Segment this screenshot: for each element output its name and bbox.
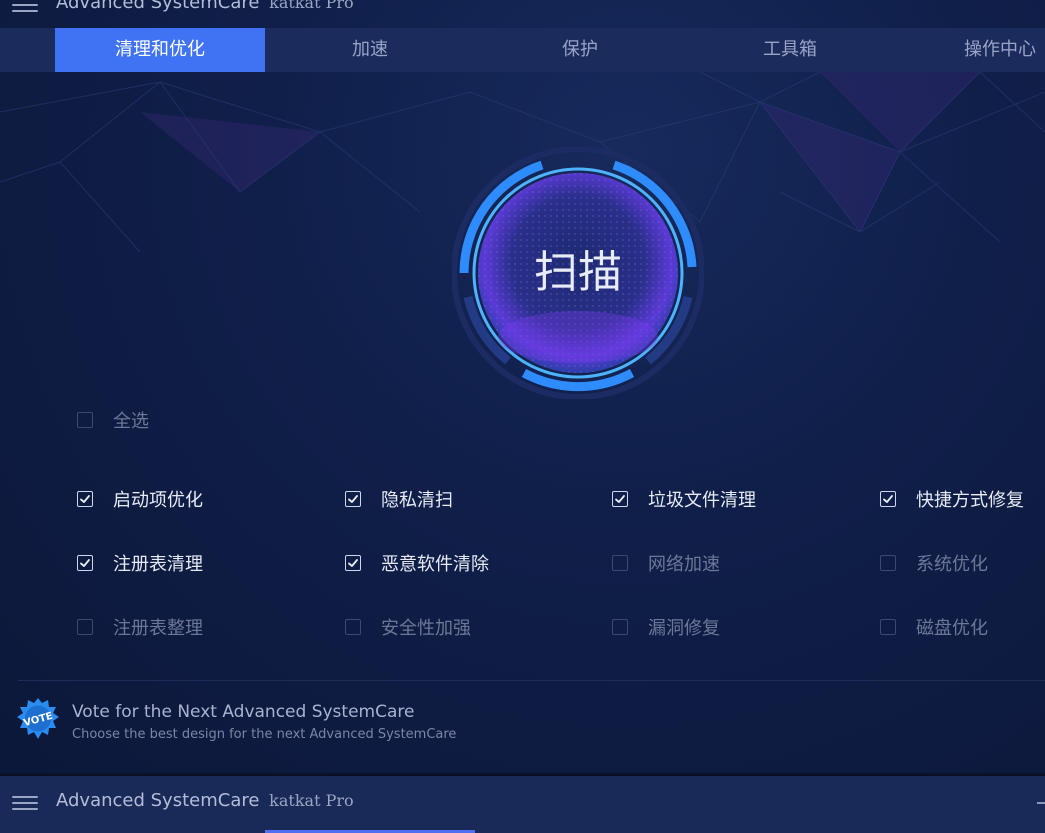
option-registry-clean[interactable]: 注册表清理: [77, 551, 203, 575]
option-system-optimize[interactable]: 系统优化: [880, 551, 988, 575]
option-label: 注册表整理: [113, 618, 203, 639]
checkbox-icon[interactable]: [612, 555, 628, 571]
option-label: 网络加速: [648, 554, 720, 575]
option-network-boost[interactable]: 网络加速: [612, 551, 720, 575]
checkmark-icon: [80, 559, 90, 567]
option-label: 恶意软件清除: [381, 554, 489, 575]
option-security-reinforce[interactable]: 安全性加强: [345, 615, 471, 639]
checkbox-icon[interactable]: [345, 619, 361, 635]
app-edition: katkat Pro: [269, 0, 354, 12]
second-window-titlebar: Advanced SystemCare katkat Pro: [0, 774, 1045, 833]
option-label: 安全性加强: [381, 618, 471, 639]
tab-clean-optimize[interactable]: 清理和优化: [55, 28, 265, 72]
option-label: 漏洞修复: [648, 618, 720, 639]
option-shortcut-fix[interactable]: 快捷方式修复: [880, 487, 1024, 511]
main-window: Advanced SystemCare katkat Pro 清理和优化 加速 …: [0, 0, 1045, 772]
app-name: Advanced SystemCare: [56, 790, 260, 811]
checkbox-icon[interactable]: [77, 491, 93, 507]
select-all-label: 全选: [113, 411, 149, 432]
option-label: 垃圾文件清理: [648, 490, 756, 511]
checkbox-icon[interactable]: [880, 619, 896, 635]
option-label: 隐私清扫: [381, 490, 453, 511]
vote-title[interactable]: Vote for the Next Advanced SystemCare: [72, 702, 414, 722]
option-junk-file-clean[interactable]: 垃圾文件清理: [612, 487, 756, 511]
select-all-checkbox[interactable]: 全选: [77, 408, 149, 432]
checkbox-icon[interactable]: [345, 491, 361, 507]
checkbox-icon[interactable]: [880, 555, 896, 571]
checkbox-icon[interactable]: [345, 555, 361, 571]
option-label: 磁盘优化: [916, 618, 988, 639]
menu-icon[interactable]: [12, 0, 38, 12]
option-registry-defrag[interactable]: 注册表整理: [77, 615, 203, 639]
checkmark-icon: [883, 495, 893, 503]
checkbox-icon[interactable]: [612, 491, 628, 507]
checkmark-icon: [615, 495, 625, 503]
option-label: 快捷方式修复: [916, 490, 1024, 511]
checkbox-icon[interactable]: [880, 491, 896, 507]
checkbox-icon[interactable]: [77, 555, 93, 571]
app-title: Advanced SystemCare katkat Pro: [56, 0, 354, 13]
divider: [18, 680, 1045, 681]
option-disk-optimize[interactable]: 磁盘优化: [880, 615, 988, 639]
app-edition: katkat Pro: [269, 791, 354, 810]
option-label: 系统优化: [916, 554, 988, 575]
option-label: 启动项优化: [113, 490, 203, 511]
option-label: 注册表清理: [113, 554, 203, 575]
app-name: Advanced SystemCare: [56, 0, 260, 13]
tab-toolbox[interactable]: 工具箱: [685, 28, 895, 72]
checkmark-icon: [348, 559, 358, 567]
minimize-icon[interactable]: [1037, 802, 1045, 804]
checkmark-icon: [348, 495, 358, 503]
vote-subtitle: Choose the best design for the next Adva…: [72, 727, 457, 742]
option-startup-optimize[interactable]: 启动项优化: [77, 487, 203, 511]
checkmark-icon: [80, 495, 90, 503]
checkbox-icon[interactable]: [77, 412, 93, 428]
main-tab-bar: 清理和优化 加速 保护 工具箱 操作中心: [0, 28, 1045, 72]
title-bar: Advanced SystemCare katkat Pro: [0, 0, 1045, 20]
checkbox-icon[interactable]: [612, 619, 628, 635]
vote-badge-icon[interactable]: VOTE: [16, 697, 60, 741]
tab-action-center[interactable]: 操作中心: [895, 28, 1045, 72]
scan-button[interactable]: 扫描: [451, 146, 705, 400]
scan-label[interactable]: 扫描: [452, 147, 704, 399]
tab-protect[interactable]: 保护: [475, 28, 685, 72]
tab-speed-up[interactable]: 加速: [265, 28, 475, 72]
option-malware-remove[interactable]: 恶意软件清除: [345, 551, 489, 575]
option-privacy-sweep[interactable]: 隐私清扫: [345, 487, 453, 511]
checkbox-icon[interactable]: [77, 619, 93, 635]
menu-icon[interactable]: [12, 796, 38, 810]
option-vulnerability-fix[interactable]: 漏洞修复: [612, 615, 720, 639]
app-title: Advanced SystemCare katkat Pro: [56, 790, 354, 811]
